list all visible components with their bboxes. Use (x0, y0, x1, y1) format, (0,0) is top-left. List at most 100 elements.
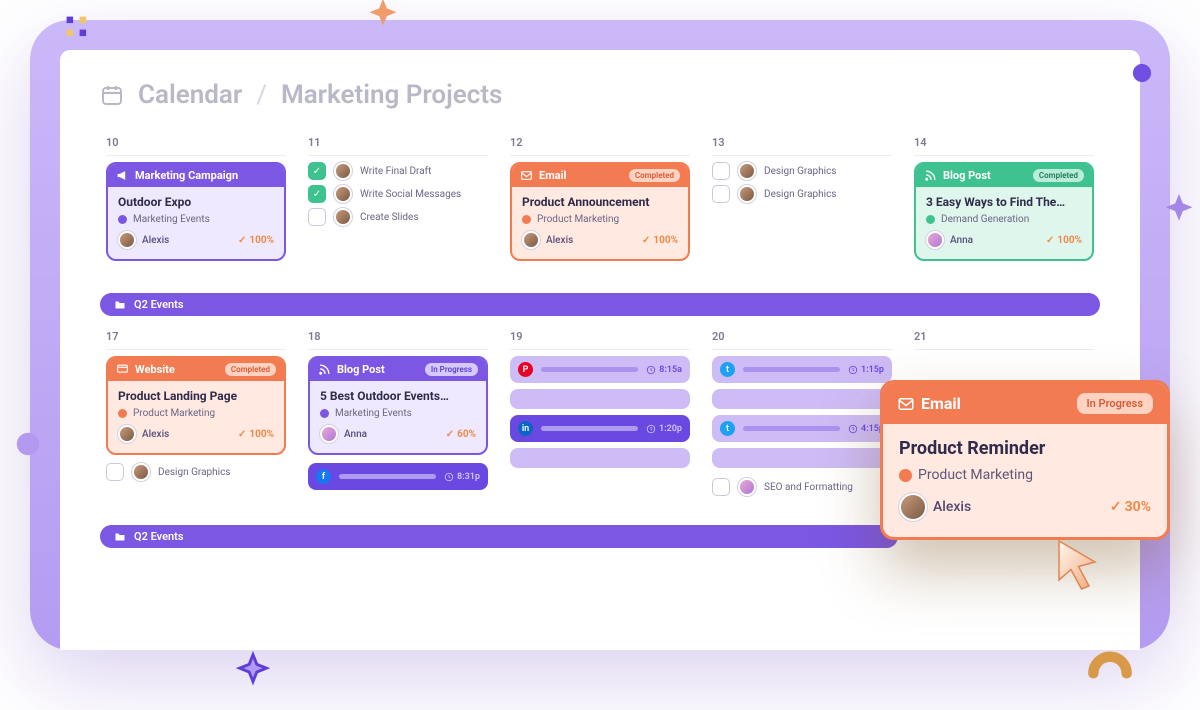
breadcrumb-root[interactable]: Calendar (138, 80, 242, 110)
task-row[interactable]: Design Graphics (712, 162, 892, 180)
checkbox-icon[interactable] (308, 208, 326, 226)
pinterest-icon: P (518, 362, 533, 377)
checkbox-icon[interactable]: ✓ (308, 162, 326, 180)
assignee-name: Alexis (142, 429, 169, 440)
chip-time: 8:31p (457, 472, 480, 482)
avatar (738, 185, 756, 203)
social-chip[interactable]: t 1:15p (712, 356, 892, 383)
task-row[interactable]: ✓Write Social Messages (308, 185, 488, 203)
assignee-name: Anna (950, 235, 973, 246)
clock-icon (646, 424, 656, 434)
card-type: Website (135, 363, 219, 376)
day-number: 20 (712, 330, 892, 343)
span-event[interactable]: Q2 Events (100, 525, 898, 548)
card-title: 5 Best Outdoor Events… (320, 389, 476, 403)
day-number: 19 (510, 330, 690, 343)
envelope-icon (520, 169, 533, 182)
folder-icon (114, 299, 126, 311)
cursor-icon (1050, 535, 1110, 595)
avatar (334, 185, 352, 203)
social-chip-placeholder[interactable] (712, 389, 892, 409)
card-tag: Marketing Events (335, 408, 412, 419)
twitter-icon: t (720, 362, 735, 377)
status-badge: Completed (1033, 169, 1084, 182)
event-card-blog-post[interactable]: Blog Post In Progress 5 Best Outdoor Eve… (308, 356, 488, 455)
decoration-dots-icon (64, 14, 90, 40)
status-badge: Completed (629, 169, 680, 182)
day-number: 17 (106, 330, 286, 343)
avatar (738, 478, 756, 496)
event-card-blog-post[interactable]: Blog Post Completed 3 Easy Ways to Find … (914, 162, 1094, 261)
social-chip[interactable]: t 4:15p (712, 415, 892, 442)
task-row[interactable]: Create Slides (308, 208, 488, 226)
chip-time: 8:15a (659, 365, 682, 375)
card-type: Email (921, 394, 1071, 413)
folder-icon (114, 531, 126, 543)
task-label: Create Slides (360, 212, 419, 223)
card-title: Product Reminder (899, 438, 1151, 459)
card-type: Email (539, 169, 623, 182)
progress-percent: ✓60% (446, 429, 476, 440)
checkbox-icon[interactable] (712, 478, 730, 496)
task-row[interactable]: Design Graphics (106, 463, 286, 481)
avatar (118, 231, 136, 249)
day-number: 11 (308, 136, 488, 149)
linkedin-icon: in (518, 421, 533, 436)
decoration-star-icon (1156, 190, 1200, 236)
card-title: 3 Easy Ways to Find The… (926, 195, 1082, 209)
avatar (738, 162, 756, 180)
twitter-icon: t (720, 421, 735, 436)
card-type: Blog Post (337, 363, 419, 376)
progress-percent: ✓100% (1046, 235, 1082, 246)
avatar (899, 493, 927, 521)
checkbox-icon[interactable] (712, 162, 730, 180)
card-type: Blog Post (943, 169, 1027, 182)
progress-percent: ✓100% (642, 235, 678, 246)
breadcrumb-current[interactable]: Marketing Projects (281, 80, 502, 110)
progress-percent: ✓100% (238, 429, 274, 440)
day-number: 14 (914, 136, 1094, 149)
chip-time: 1:20p (659, 424, 682, 434)
checkbox-icon[interactable] (106, 463, 124, 481)
card-type: Marketing Campaign (135, 169, 276, 182)
status-badge: In Progress (1077, 393, 1153, 414)
decoration-ring-icon (1085, 640, 1135, 690)
checkbox-icon[interactable]: ✓ (308, 185, 326, 203)
span-event-label: Q2 Events (134, 530, 184, 543)
event-card-marketing-campaign[interactable]: Marketing Campaign Outdoor Expo Marketin… (106, 162, 286, 261)
task-label: SEO and Formatting (764, 482, 853, 493)
assignee-name: Alexis (142, 235, 169, 246)
avatar (522, 231, 540, 249)
event-card-highlight[interactable]: Email In Progress Product Reminder Produ… (880, 380, 1170, 540)
avatar (334, 162, 352, 180)
social-chip-placeholder[interactable] (510, 448, 690, 468)
task-label: Design Graphics (764, 189, 836, 200)
social-chip-placeholder[interactable] (712, 448, 892, 468)
status-badge: In Progress (425, 363, 478, 376)
task-row[interactable]: ✓ Write Final Draft (308, 162, 488, 180)
card-title: Product Landing Page (118, 389, 274, 403)
event-card-email[interactable]: Email Completed Product Announcement Pro… (510, 162, 690, 261)
social-chip[interactable]: P 8:15a (510, 356, 690, 383)
website-icon (116, 363, 129, 376)
task-label: Design Graphics (764, 166, 836, 177)
task-row[interactable]: Design Graphics (712, 185, 892, 203)
event-card-website[interactable]: Website Completed Product Landing Page P… (106, 356, 286, 455)
day-number: 13 (712, 136, 892, 149)
avatar (334, 208, 352, 226)
day-number: 10 (106, 136, 286, 149)
chip-time: 1:15p (861, 365, 884, 375)
task-label: Write Final Draft (360, 166, 431, 177)
card-tag: Product Marketing (918, 467, 1033, 483)
span-event[interactable]: Q2 Events (100, 293, 1100, 316)
checkbox-icon[interactable] (712, 185, 730, 203)
assignee-name: Anna (344, 429, 367, 440)
social-chip[interactable]: in 1:20p (510, 415, 690, 442)
card-tag: Demand Generation (941, 214, 1029, 225)
social-chip-placeholder[interactable] (510, 389, 690, 409)
task-row[interactable]: SEO and Formatting (712, 478, 892, 496)
task-label: Design Graphics (158, 467, 230, 478)
social-chip[interactable]: f 8:31p (308, 463, 488, 490)
card-tag: Product Marketing (133, 408, 215, 419)
day-number: 12 (510, 136, 690, 149)
